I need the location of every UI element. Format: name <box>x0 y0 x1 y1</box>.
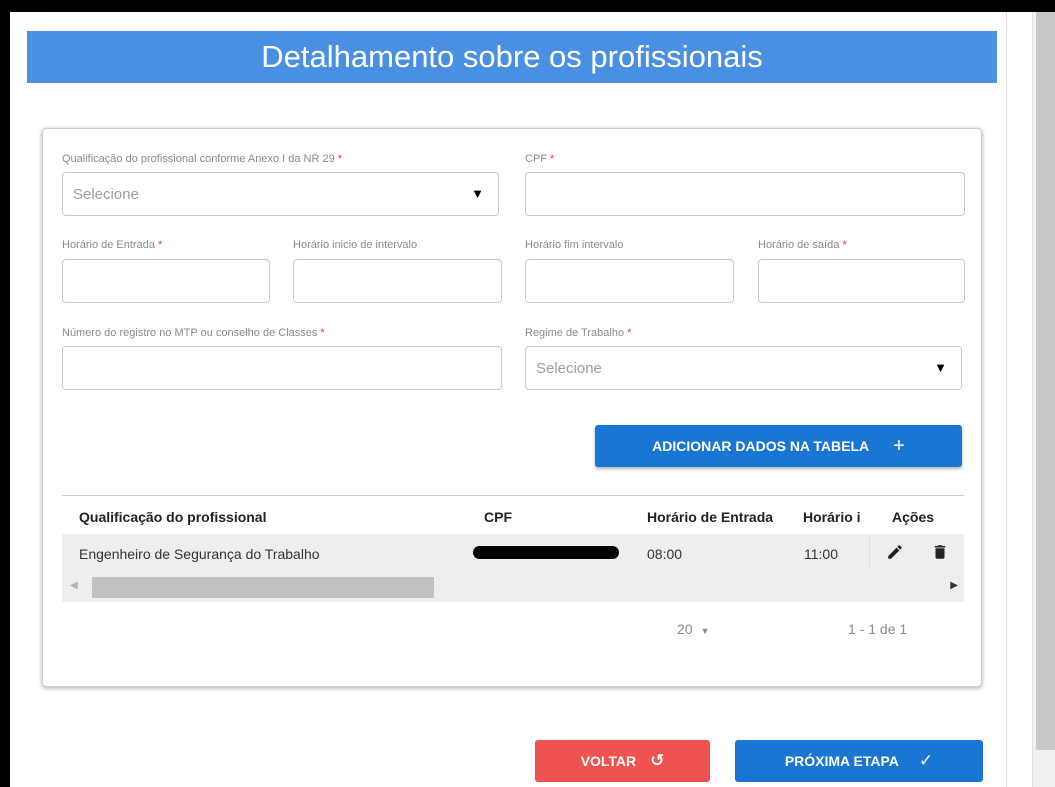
undo-icon: ↺ <box>650 751 665 770</box>
window-frame-top <box>0 0 1055 12</box>
regime-trabalho-label: Regime de Trabalho * <box>525 327 632 339</box>
cpf-input[interactable] <box>525 172 965 216</box>
dropdown-caret-icon: ▼ <box>471 186 484 201</box>
check-icon: ✓ <box>918 751 934 770</box>
horario-entrada-input[interactable] <box>62 259 270 303</box>
table-top-divider <box>62 495 964 496</box>
page-title: Detalhamento sobre os profissionais <box>261 39 763 74</box>
horario-saida-label: Horário de saída * <box>758 239 847 251</box>
page-title-banner: Detalhamento sobre os profissionais <box>27 31 997 83</box>
regime-trabalho-select-value: Selecione <box>536 359 602 377</box>
horario-entrada-label: Horário de Entrada * <box>62 239 163 251</box>
column-header-acoes: Ações <box>892 509 935 525</box>
next-step-button-label: PRÓXIMA ETAPA <box>784 753 899 769</box>
scroll-right-arrow-icon[interactable]: ▶ <box>950 580 958 591</box>
horario-saida-input[interactable] <box>758 259 965 303</box>
dropdown-caret-icon: ▼ <box>934 360 947 375</box>
column-header-horario-inicio[interactable]: Horário i <box>803 509 861 525</box>
window-frame-left <box>0 0 10 787</box>
horario-fim-intervalo-label: Horário fim intervalo <box>525 239 624 251</box>
scroll-left-arrow-icon[interactable]: ◀ <box>70 580 78 591</box>
add-to-table-button[interactable]: ADICIONAR DADOS NA TABELA + <box>595 425 962 467</box>
pagination-range: 1 - 1 de 1 <box>848 621 908 637</box>
numero-registro-input[interactable] <box>62 346 502 390</box>
column-header-qualificacao[interactable]: Qualificação do profissional <box>79 509 266 525</box>
table-scrollbar-thumb[interactable] <box>92 577 434 598</box>
back-button[interactable]: VOLTAR ↺ <box>535 740 710 782</box>
content-divider <box>1006 12 1007 787</box>
actions-cell <box>869 534 964 568</box>
numero-registro-label: Número do registro no MTP ou conselho de… <box>62 327 325 339</box>
horario-inicio-intervalo-label: Horário inicio de intervalo <box>293 239 418 251</box>
plus-icon: + <box>893 434 905 457</box>
next-step-button[interactable]: PRÓXIMA ETAPA ✓ <box>735 740 983 782</box>
add-to-table-button-label: ADICIONAR DADOS NA TABELA <box>652 438 870 454</box>
regime-trabalho-select[interactable]: Selecione ▼ <box>525 346 962 390</box>
cell-qualificacao: Engenheiro de Segurança do Trabalho <box>79 546 320 562</box>
qualificacao-select-value: Selecione <box>73 185 139 203</box>
back-button-label: VOLTAR <box>580 753 637 769</box>
page-size-caret-icon: ▼ <box>700 626 710 636</box>
qualificacao-select[interactable]: Selecione ▼ <box>62 172 499 216</box>
edit-icon[interactable] <box>886 543 904 561</box>
page-size-select[interactable]: 20 ▼ <box>677 621 710 637</box>
professional-form-card: Qualificação do profissional conforme An… <box>42 128 982 687</box>
cell-horario-entrada: 08:00 <box>647 546 683 562</box>
column-header-cpf[interactable]: CPF <box>484 509 512 525</box>
horario-inicio-intervalo-input[interactable] <box>293 259 502 303</box>
horario-fim-intervalo-input[interactable] <box>525 259 734 303</box>
page-size-value: 20 <box>677 621 693 637</box>
page-scrollbar-thumb[interactable] <box>1036 12 1055 750</box>
qualificacao-label: Qualificação do profissional conforme An… <box>62 153 342 165</box>
cpf-redacted-cell <box>473 546 619 559</box>
delete-icon[interactable] <box>931 543 949 561</box>
table-horizontal-scrollbar[interactable]: ◀ ▶ <box>62 575 964 599</box>
column-header-horario-entrada[interactable]: Horário de Entrada <box>647 509 773 525</box>
cpf-label: CPF * <box>525 153 555 165</box>
cell-horario-inicio: 11:00 <box>804 546 838 562</box>
